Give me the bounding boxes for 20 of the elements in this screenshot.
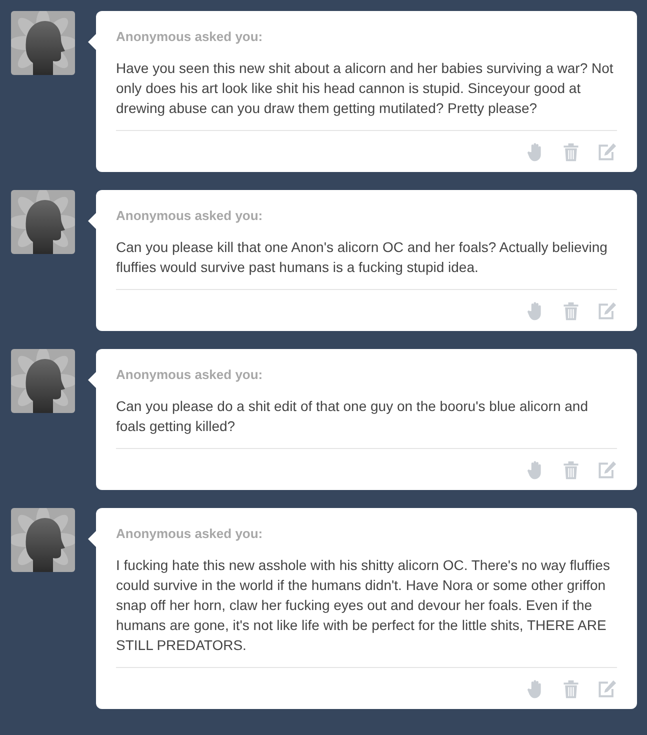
asker-label: Anonymous asked you: <box>116 526 264 541</box>
asker-label: Anonymous asked you: <box>116 29 264 44</box>
edit-icon[interactable] <box>597 460 617 480</box>
trash-icon[interactable] <box>561 301 581 321</box>
avatar-icon <box>11 11 75 75</box>
question-text: I fucking hate this new asshole with his shitty alicorn OC. There's no way fluffies could survive in the world if the humans didn't. Have Nora or some other griffon snap off her horn, claw her fucking eyes out and devour her foals. Even if the humans are gone, it's not like life with be perfect for the little shits, THERE ARE STILL PREDATORS. <box>116 556 611 655</box>
question-text: Can you please kill that one Anon's alicorn OC and her foals? Actually believing fluffies would survive past humans is a fucking stupid idea. <box>116 238 608 277</box>
edit-icon[interactable] <box>597 679 617 699</box>
edit-icon[interactable] <box>597 142 617 162</box>
edit-icon[interactable] <box>597 301 617 321</box>
trash-icon[interactable] <box>561 142 581 162</box>
avatar-icon <box>11 190 75 254</box>
trash-icon[interactable] <box>561 460 581 480</box>
trash-icon[interactable] <box>561 679 581 699</box>
question-text: Have you seen this new shit about a alicorn and her babies surviving a war? Not only does his art look like shit his head cannon is stupid. Sinceyour good at drewing abuse can you draw them getting mutilated? Pretty please? <box>116 59 614 118</box>
avatar-icon <box>11 508 75 572</box>
asker-label: Anonymous asked you: <box>116 367 264 382</box>
asker-label: Anonymous asked you: <box>116 208 264 223</box>
avatar-icon <box>11 349 75 413</box>
question-text: Can you please do a shit edit of that one guy on the booru's blue alicorn and foals getting killed? <box>116 397 590 436</box>
